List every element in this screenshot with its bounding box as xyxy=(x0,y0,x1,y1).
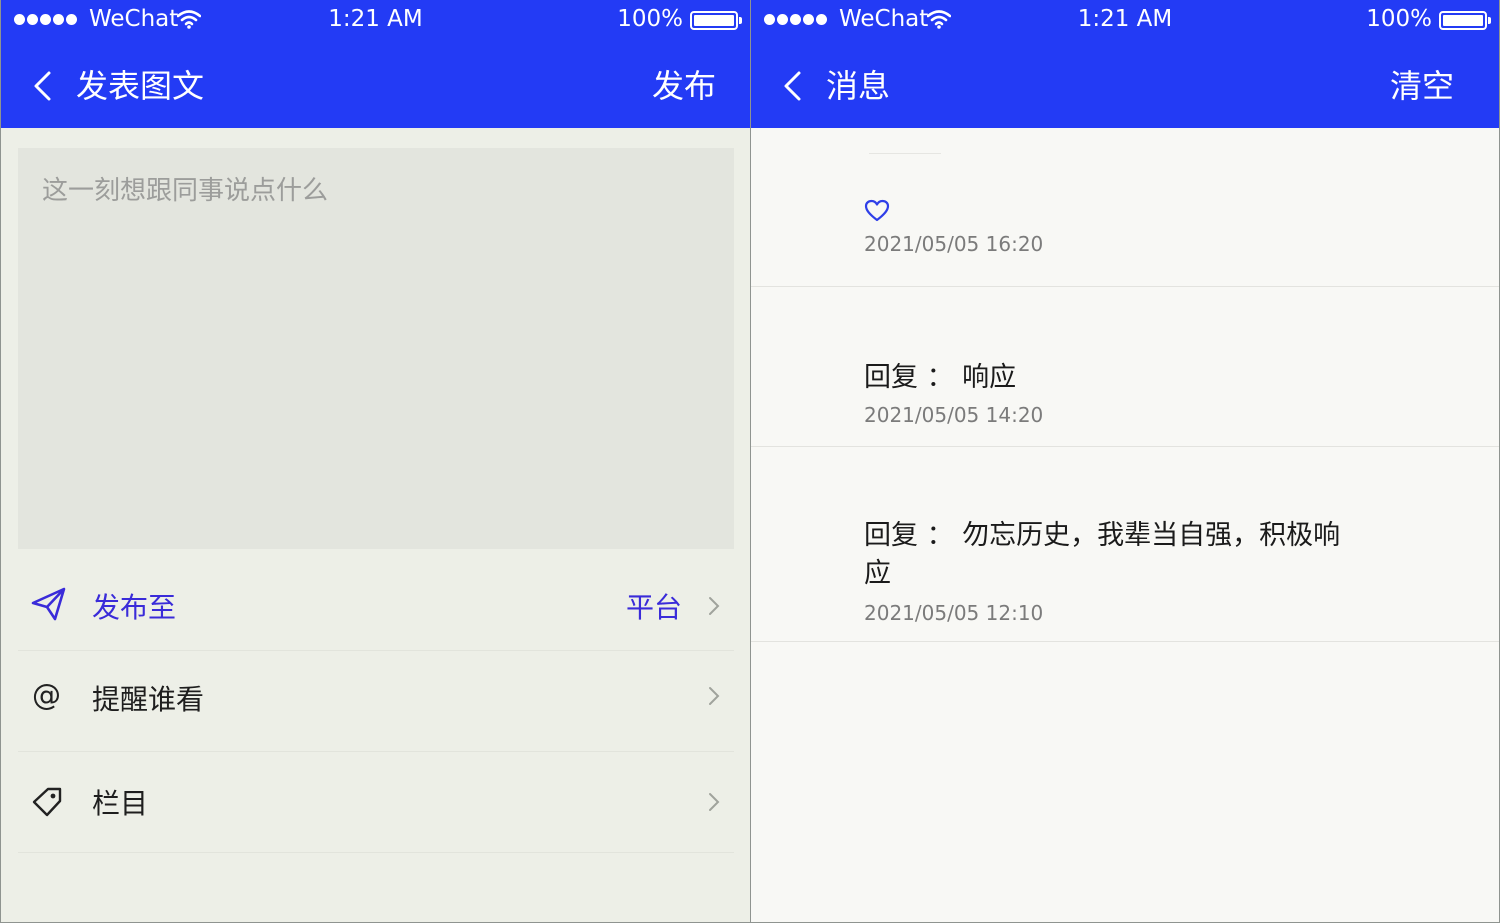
publish-to-value: 平台 xyxy=(625,591,682,624)
back-chevron-icon[interactable] xyxy=(781,70,803,102)
tag-icon xyxy=(32,787,62,817)
chevron-right-icon xyxy=(709,597,720,615)
publish-to-label: 发布至 xyxy=(92,591,177,624)
battery-icon xyxy=(1439,11,1491,30)
publish-button[interactable]: 发布 xyxy=(652,64,716,108)
chevron-right-icon xyxy=(709,687,720,705)
post-text-area[interactable]: 这一刻想跟同事说点什么 xyxy=(18,148,734,549)
column-label: 栏目 xyxy=(92,787,149,820)
status-bar: WeChat 1:21 AM 100% xyxy=(751,0,1499,42)
compose-screen: WeChat 1:21 AM 100% 发表图文 发布 这一刻想跟同事说点什么 … xyxy=(0,0,750,923)
clear-button[interactable]: 清空 xyxy=(1390,64,1454,108)
page-title: 消息 xyxy=(826,67,891,105)
at-icon: @ xyxy=(32,678,61,712)
divider xyxy=(751,641,1499,642)
column-row[interactable]: 栏目 xyxy=(18,776,734,826)
publish-to-row[interactable]: 发布至 平台 xyxy=(18,580,734,630)
message-item[interactable]: 2021/05/05 16:20 xyxy=(751,128,1499,286)
heart-icon xyxy=(864,199,890,222)
message-content: 回复 ： 响应 xyxy=(864,362,1017,393)
remind-who-label: 提醒谁看 xyxy=(92,683,205,716)
nav-bar: WeChat 1:21 AM 100% 发表图文 发布 xyxy=(1,0,750,128)
message-item[interactable]: 回复 ： 勿忘历史，我辈当自强，积极响应 2021/05/05 12:10 xyxy=(751,447,1499,641)
chevron-right-icon xyxy=(709,793,720,811)
status-bar: WeChat 1:21 AM 100% xyxy=(1,0,750,42)
remind-who-row[interactable]: @ 提醒谁看 xyxy=(18,672,734,722)
message-time: 2021/05/05 12:10 xyxy=(864,601,1044,625)
nav-bar: WeChat 1:21 AM 100% 消息 清空 xyxy=(751,0,1499,128)
message-content: 回复 ： 勿忘历史，我辈当自强，积极响应 xyxy=(864,520,1341,589)
send-icon xyxy=(31,587,66,621)
page-title: 发表图文 xyxy=(76,67,205,105)
divider xyxy=(18,751,734,752)
battery-icon xyxy=(690,11,742,30)
message-item[interactable]: 回复 ： 响应 2021/05/05 14:20 xyxy=(751,287,1499,446)
divider xyxy=(869,153,941,154)
message-time: 2021/05/05 14:20 xyxy=(864,403,1044,427)
back-chevron-icon[interactable] xyxy=(31,70,53,102)
battery-percent: 100% xyxy=(1366,6,1432,32)
divider xyxy=(18,852,734,853)
messages-screen: WeChat 1:21 AM 100% 消息 清空 2021/05/05 16:… xyxy=(750,0,1500,923)
divider xyxy=(18,650,734,651)
post-placeholder: 这一刻想跟同事说点什么 xyxy=(42,176,329,206)
message-time: 2021/05/05 16:20 xyxy=(864,232,1044,256)
battery-percent: 100% xyxy=(617,6,683,32)
